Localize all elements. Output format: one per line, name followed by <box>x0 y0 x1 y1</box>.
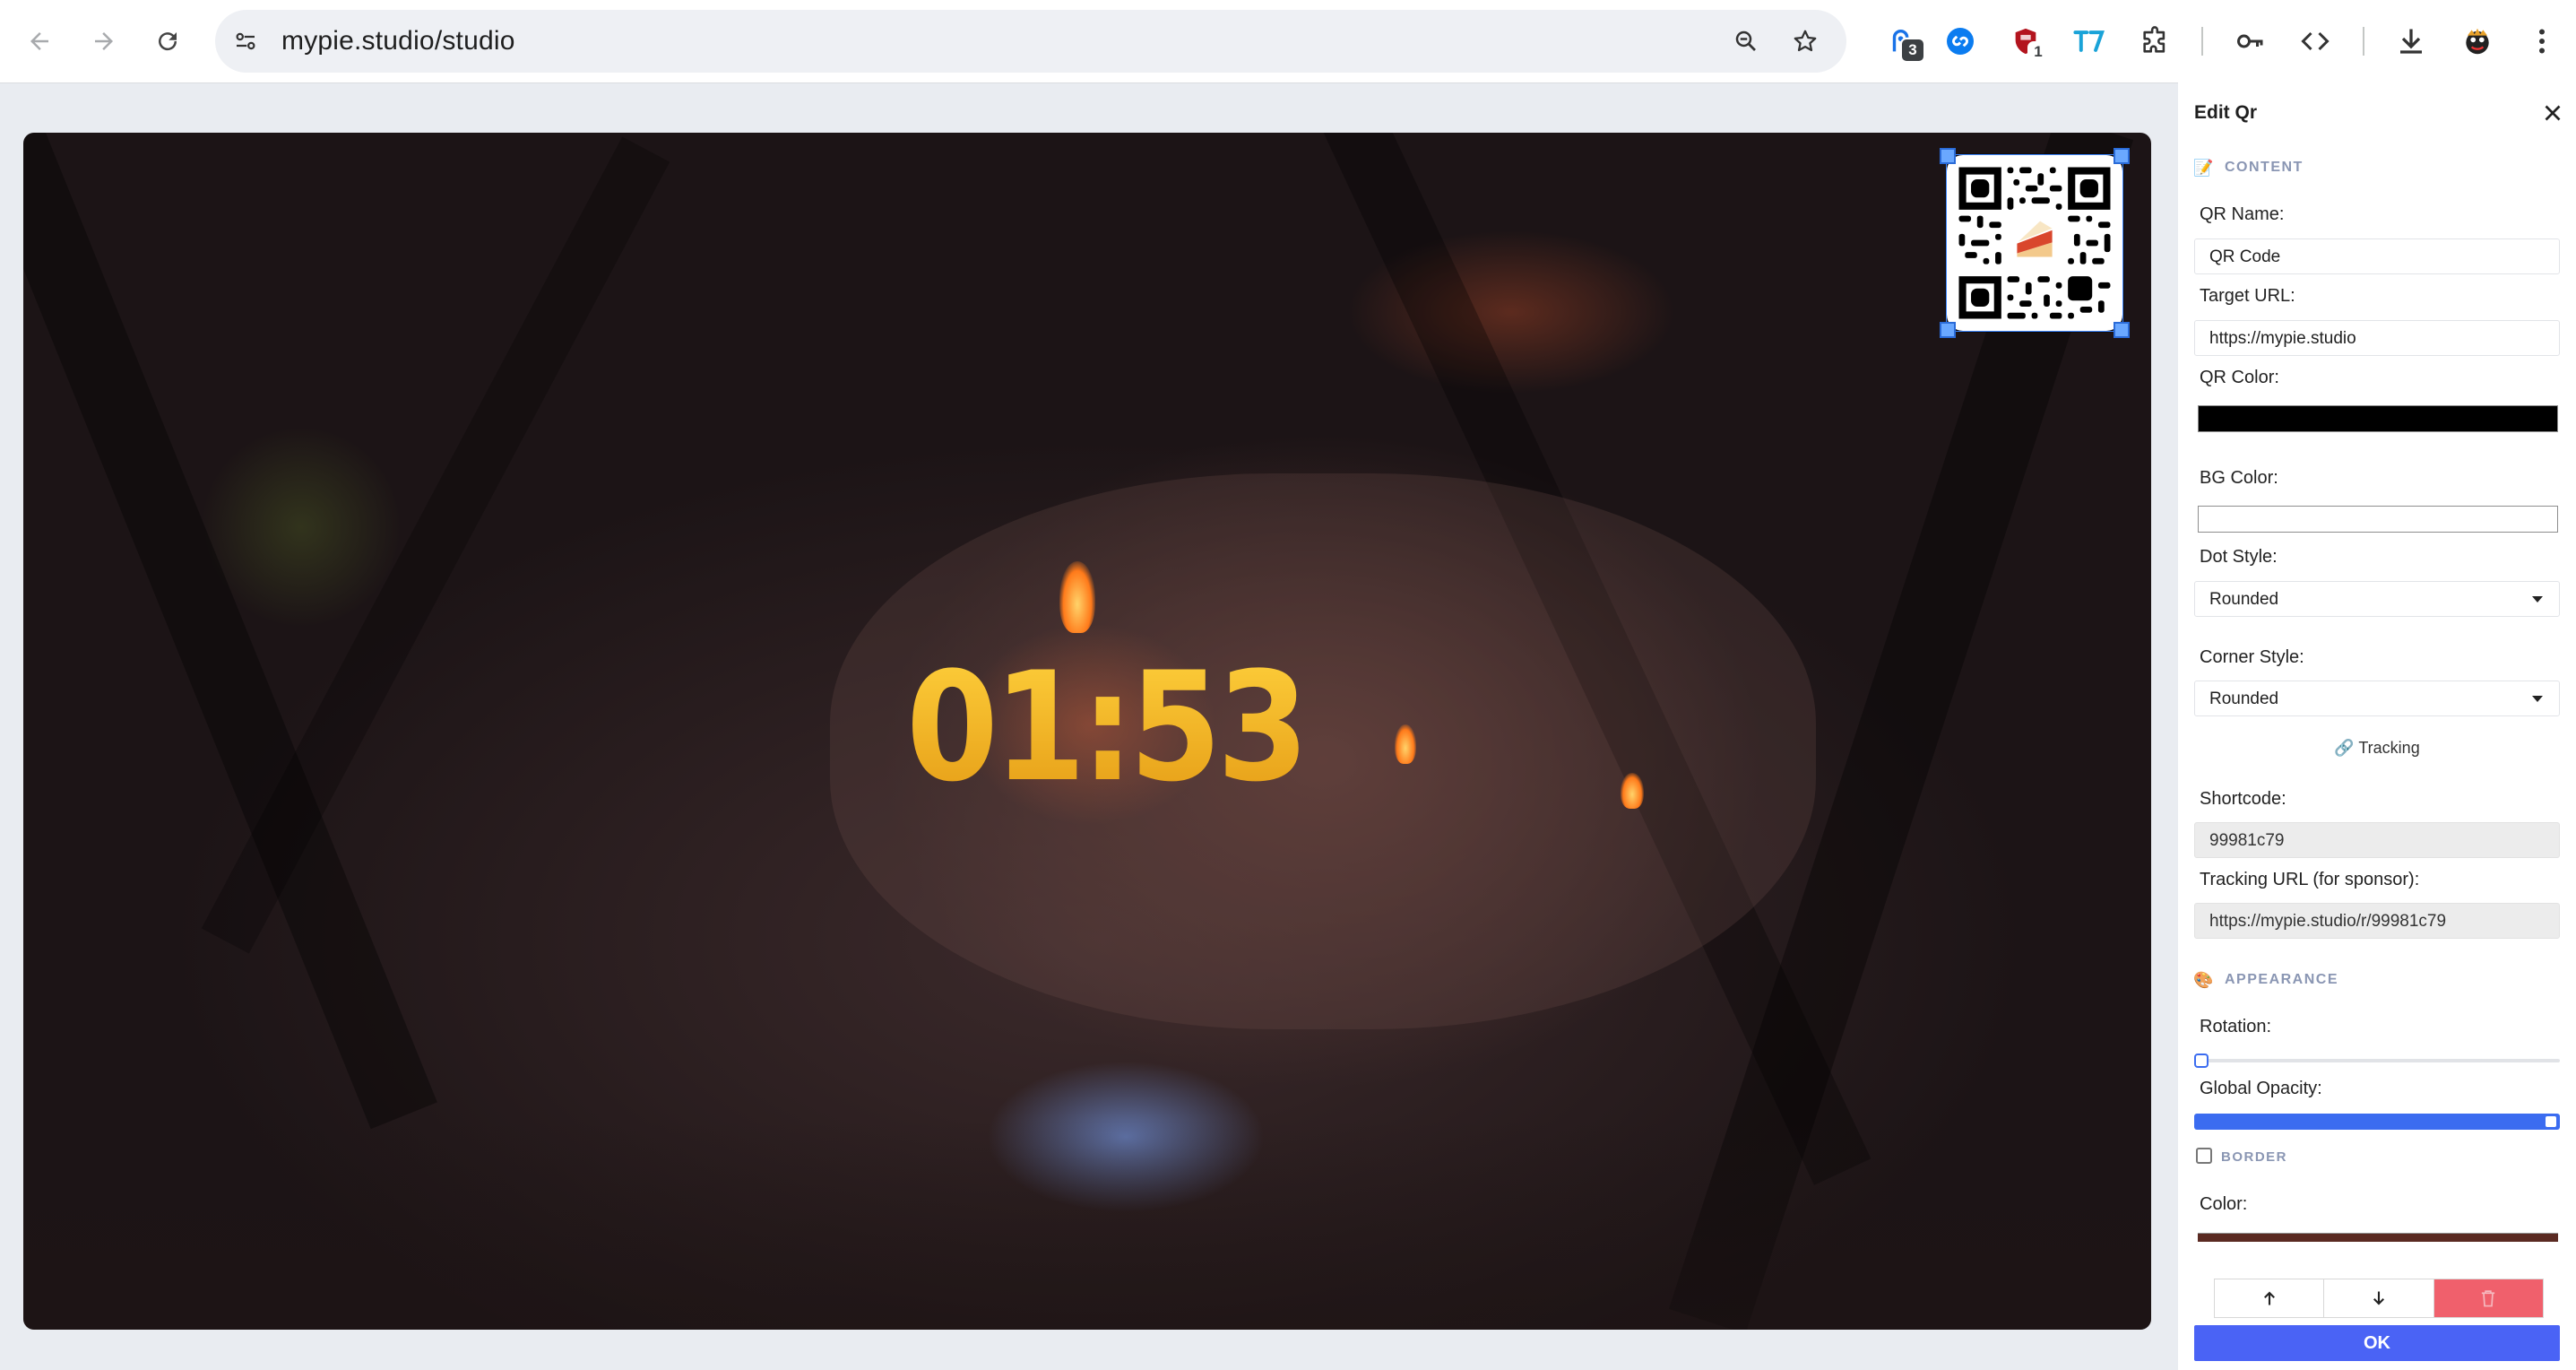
toolbar-divider <box>2363 27 2364 56</box>
opacity-label: Global Opacity: <box>2200 1079 2322 1098</box>
arrow-up-icon <box>2263 1291 2275 1305</box>
appearance-section-header: 🎨 APPEARANCE <box>2193 970 2339 990</box>
corner-style-select[interactable]: Rounded <box>2194 681 2560 716</box>
shortcode-field[interactable]: 99981c79 <box>2194 822 2560 858</box>
back-button[interactable] <box>18 20 61 63</box>
qr-color-picker[interactable] <box>2198 405 2558 432</box>
caret-down-icon <box>2532 596 2543 603</box>
qr-element[interactable] <box>1940 148 2130 338</box>
bg-color-label: BG Color: <box>2200 468 2278 488</box>
qr-name-label: QR Name: <box>2200 204 2285 224</box>
palette-icon: 🎨 <box>2193 970 2215 989</box>
trash-icon <box>2482 1290 2495 1307</box>
url-text[interactable]: mypie.studio/studio <box>281 26 515 56</box>
resize-handle-bottom-right[interactable] <box>2114 322 2130 338</box>
corner-style-label: Corner Style: <box>2200 647 2304 667</box>
corner-style-value: Rounded <box>2209 689 2279 708</box>
qr-name-input[interactable]: QR Code <box>2194 238 2560 274</box>
browser-menu-icon[interactable] <box>2520 20 2563 63</box>
tracking-url-label: Tracking URL (for sponsor): <box>2200 870 2420 889</box>
extensions-puzzle-icon[interactable] <box>2133 20 2176 63</box>
ai-extension-icon[interactable]: 3 <box>1880 20 1925 63</box>
panel-title: Edit Qr <box>2194 102 2258 123</box>
dot-style-label: Dot Style: <box>2200 547 2278 567</box>
forward-arrow-icon <box>95 32 113 50</box>
qr-color-label: QR Color: <box>2200 368 2279 387</box>
extension-badge: 3 <box>1900 38 1925 63</box>
forward-button[interactable] <box>82 20 125 63</box>
selection-outline <box>1946 154 2123 332</box>
browser-toolbar: mypie.studio/studio 3 1 <box>0 0 2576 83</box>
shortcode-label: Shortcode: <box>2200 789 2286 809</box>
torch-flame <box>1621 773 1644 809</box>
border-checkbox[interactable] <box>2196 1148 2212 1164</box>
rotation-slider-track[interactable] <box>2194 1059 2560 1062</box>
rotation-label: Rotation: <box>2200 1017 2272 1036</box>
opacity-slider[interactable] <box>2194 1114 2560 1130</box>
profile-avatar-icon[interactable] <box>2456 20 2499 63</box>
countdown-timer[interactable]: 01:53 <box>906 639 1309 815</box>
bg-color-picker[interactable] <box>2198 506 2558 533</box>
ok-button[interactable]: OK <box>2194 1325 2560 1361</box>
memo-icon: 📝 <box>2193 158 2215 177</box>
torch-flame <box>1395 724 1416 764</box>
caret-down-icon <box>2532 696 2543 702</box>
move-up-button[interactable] <box>2215 1279 2325 1317</box>
dot-style-select[interactable]: Rounded <box>2194 581 2560 617</box>
shield-extension-icon[interactable]: 1 <box>2004 20 2049 63</box>
address-bar[interactable]: mypie.studio/studio <box>215 10 1846 73</box>
edit-qr-panel: Edit Qr 📝 CONTENT QR Name: QR Code Targe… <box>2178 82 2576 1370</box>
reload-button[interactable] <box>146 20 189 63</box>
download-icon[interactable] <box>2390 20 2433 63</box>
tracking-url-field[interactable]: https://mypie.studio/r/99981c79 <box>2194 903 2560 939</box>
appearance-section-label: APPEARANCE <box>2225 972 2339 987</box>
toolbar-divider <box>2201 27 2203 56</box>
password-key-icon[interactable] <box>2229 20 2272 63</box>
border-color-picker[interactable] <box>2198 1233 2558 1242</box>
delete-button[interactable] <box>2433 1279 2543 1317</box>
site-settings-icon[interactable] <box>229 25 262 57</box>
devtools-code-icon[interactable] <box>2294 20 2337 63</box>
rotation-slider-thumb[interactable] <box>2194 1054 2209 1068</box>
content-section-label: CONTENT <box>2225 160 2304 175</box>
translate-extension-icon[interactable] <box>2068 20 2111 63</box>
studio-canvas[interactable]: 01:53 <box>23 133 2151 1330</box>
shazam-extension-icon[interactable] <box>1939 20 1982 63</box>
torch-flame <box>1059 561 1095 633</box>
resize-handle-top-left[interactable] <box>1940 148 1956 164</box>
bookmark-star-icon[interactable] <box>1789 25 1821 57</box>
dot-style-value: Rounded <box>2209 590 2279 609</box>
content-section-header: 📝 CONTENT <box>2193 158 2304 178</box>
move-down-button[interactable] <box>2324 1279 2434 1317</box>
arrow-down-icon <box>2373 1291 2384 1305</box>
zoom-icon[interactable] <box>1730 25 1762 57</box>
close-icon <box>2545 105 2561 121</box>
resize-handle-top-right[interactable] <box>2114 148 2130 164</box>
reload-icon <box>159 32 177 51</box>
tracking-heading: 🔗 Tracking <box>2334 739 2420 757</box>
target-url-input[interactable]: https://mypie.studio <box>2194 320 2560 356</box>
layer-controls <box>2214 1279 2544 1318</box>
border-color-label: Color: <box>2200 1194 2248 1214</box>
opacity-slider-thumb[interactable] <box>2544 1114 2558 1129</box>
extension-badge: 1 <box>2027 41 2049 63</box>
close-panel-button[interactable] <box>2535 95 2571 131</box>
back-arrow-icon <box>30 32 48 50</box>
resize-handle-bottom-left[interactable] <box>1940 322 1956 338</box>
border-label: BORDER <box>2221 1149 2288 1165</box>
target-url-label: Target URL: <box>2200 286 2295 306</box>
